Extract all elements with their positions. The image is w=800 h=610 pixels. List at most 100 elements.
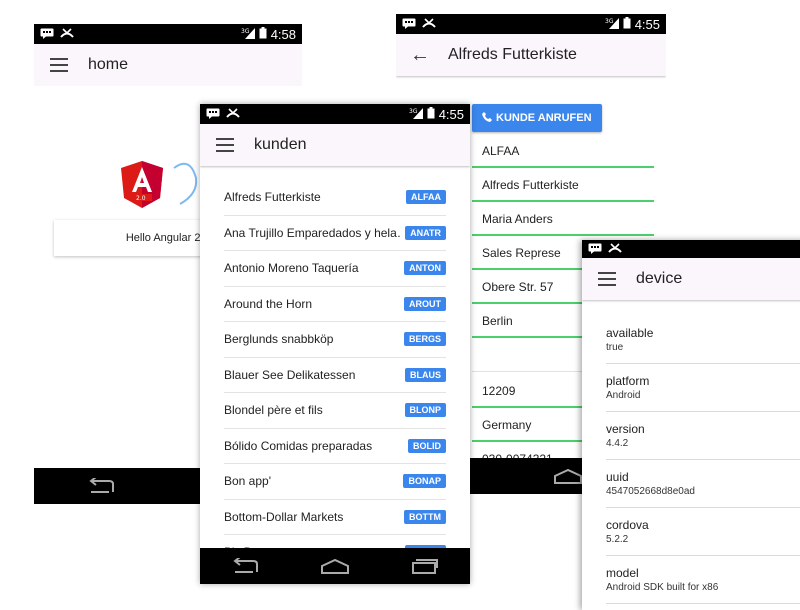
customer-name: Bon app'	[224, 474, 271, 489]
field-value: Alfreds Futterkiste	[482, 178, 579, 192]
message-icon	[402, 17, 416, 32]
voicemail-icon	[422, 17, 436, 32]
app-toolbar: ← Alfreds Futterkiste	[396, 34, 666, 76]
menu-icon[interactable]	[50, 58, 68, 72]
back-icon[interactable]	[87, 478, 115, 494]
property-value: 5.2.2	[606, 534, 629, 545]
signal-icon: 3G	[241, 27, 255, 42]
battery-icon	[623, 16, 631, 32]
device-properties: available true platform Android version 4.4.2…	[606, 316, 800, 604]
customer-list-item[interactable]: Bottom-Dollar Markets BOTTM	[224, 500, 446, 535]
signal-icon: 3G	[409, 107, 423, 122]
device-property-item: version 4.4.2	[606, 412, 800, 460]
back-icon[interactable]	[231, 558, 259, 574]
customer-id-badge: AROUT	[404, 296, 446, 311]
page-title: Alfreds Futterkiste	[448, 46, 577, 63]
customer-name: Bottom-Dollar Markets	[224, 509, 344, 524]
app-toolbar: device	[582, 258, 800, 300]
property-key: platform	[606, 374, 650, 388]
property-value: Android SDK built for x86	[606, 582, 719, 593]
call-button-label: KUNDE ANRUFEN	[496, 112, 592, 124]
field-value: Maria Anders	[482, 212, 553, 226]
customer-list-item[interactable]: Bólido Comidas preparadas BOLID	[224, 429, 446, 464]
customer-id-badge: ALFAA	[406, 190, 446, 205]
customer-name: Ana Trujillo Emparedados y hela…	[224, 225, 402, 240]
clock: 4:55	[634, 16, 660, 32]
home-icon[interactable]	[320, 558, 350, 574]
property-key: cordova	[606, 518, 649, 532]
customer-name: Antonio Moreno Taquería	[224, 261, 359, 276]
customer-list-item[interactable]: Antonio Moreno Taquería ANTON	[224, 251, 446, 287]
battery-icon	[427, 106, 435, 122]
device-property-item: available true	[606, 316, 800, 364]
menu-icon[interactable]	[598, 272, 616, 286]
svg-text:2.0: 2.0	[136, 195, 146, 202]
phone-icon	[482, 111, 492, 125]
property-key: model	[606, 566, 639, 580]
message-icon	[40, 27, 54, 42]
customer-list-item[interactable]: Blondel père et fils BLONP	[224, 393, 446, 429]
clock: 4:55	[438, 106, 464, 122]
clock: 4:58	[270, 26, 296, 42]
customer-id-badge: BLAUS	[405, 367, 446, 382]
property-value: true	[606, 342, 624, 353]
customer-id-badge: BOTTM	[404, 509, 446, 524]
customer-list-item[interactable]: Alfreds Futterkiste ALFAA	[224, 180, 446, 216]
message-icon	[588, 242, 602, 257]
property-value: 4547052668d8e0ad	[606, 486, 695, 497]
customer-name: Bólido Comidas preparadas	[224, 438, 373, 453]
home-icon[interactable]	[553, 468, 583, 484]
field-value: 12209	[482, 384, 516, 398]
svg-text:3G: 3G	[241, 28, 250, 35]
property-key: available	[606, 326, 654, 340]
recents-icon[interactable]	[411, 558, 439, 574]
status-bar: 3G 4:55	[200, 104, 470, 124]
customer-id-badge: BLONP	[404, 403, 446, 418]
signal-icon: 3G	[605, 17, 619, 32]
customer-name: Around the Horn	[224, 296, 313, 311]
customer-name: Berglunds snabbköp	[224, 332, 334, 347]
field-value: Germany	[482, 418, 532, 432]
back-arrow-icon[interactable]: ←	[410, 44, 430, 67]
field-value: Berlin	[482, 314, 513, 328]
device-property-item: model Android SDK built for x86	[606, 556, 800, 604]
customer-name: Blauer See Delikatessen	[224, 367, 356, 382]
app-toolbar: kunden	[200, 124, 470, 166]
device-property-item: platform Android	[606, 364, 800, 412]
voicemail-icon	[608, 242, 622, 257]
page-title: kunden	[254, 136, 307, 153]
status-bar: 3G	[582, 240, 800, 258]
customer-id-badge: BONAP	[403, 474, 446, 489]
status-bar: 3G 4:55	[396, 14, 666, 34]
page-title: home	[88, 56, 129, 73]
call-customer-button[interactable]: KUNDE ANRUFEN	[472, 104, 602, 132]
page-title: device	[636, 270, 683, 287]
voicemail-icon	[226, 107, 240, 122]
customer-list-item[interactable]: Ana Trujillo Emparedados y hela… ANATR	[224, 216, 446, 251]
customer-id-badge: BERGS	[403, 332, 446, 347]
app-toolbar: home	[34, 44, 302, 86]
customer-list-item[interactable]: Berglunds snabbköp BERGS	[224, 322, 446, 358]
customer-id-badge: BOLID	[408, 438, 446, 453]
menu-icon[interactable]	[216, 138, 234, 152]
property-value: 4.4.2	[606, 438, 629, 449]
customer-id-badge: ANTON	[404, 261, 446, 276]
svg-text:3G: 3G	[409, 108, 418, 115]
property-key: uuid	[606, 470, 629, 484]
customer-id-badge: ANATR	[405, 225, 446, 240]
field-value: Sales Represe	[482, 246, 561, 260]
android-nav-bar	[200, 548, 470, 584]
customer-list-item[interactable]: Blauer See Delikatessen BLAUS	[224, 358, 446, 393]
device-property-item: cordova 5.2.2	[606, 508, 800, 556]
device-screen: 3G device available true platform Android ve…	[582, 240, 800, 610]
customer-name: Alfreds Futterkiste	[224, 190, 321, 205]
device-property-item: uuid 4547052668d8e0ad	[606, 460, 800, 508]
status-bar: 3G 4:58	[34, 24, 302, 44]
property-key: version	[606, 422, 645, 436]
customer-list-item[interactable]: Around the Horn AROUT	[224, 287, 446, 322]
voicemail-icon	[60, 27, 74, 42]
customer-name: Blondel père et fils	[224, 403, 323, 418]
customer-list-item[interactable]: Bon app' BONAP	[224, 464, 446, 500]
property-value: Android	[606, 390, 641, 401]
customer-list-screen: 3G 4:55 kunden Alfreds Futterkiste ALFAA A…	[200, 104, 470, 584]
